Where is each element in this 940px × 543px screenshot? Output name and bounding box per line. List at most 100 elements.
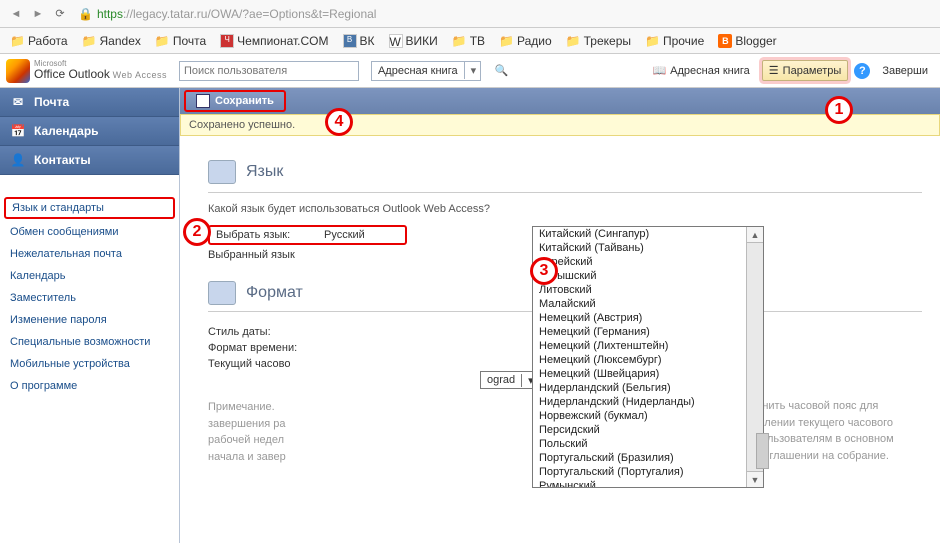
- status-bar: Сохранено успешно.: [180, 114, 940, 136]
- save-button[interactable]: Сохранить: [184, 90, 286, 112]
- params-button[interactable]: ☰Параметры: [762, 60, 849, 81]
- select-language-label: Выбрать язык:: [210, 227, 320, 243]
- sidebar-link-about[interactable]: О программе: [0, 375, 179, 397]
- format-icon: [208, 281, 236, 305]
- search-icon[interactable]: 🔍: [493, 62, 511, 80]
- callout-4: 4: [325, 108, 353, 136]
- dropdown-option[interactable]: Немецкий (Австрия): [533, 311, 746, 325]
- dropdown-option[interactable]: Латышский: [533, 269, 746, 283]
- dropdown-option[interactable]: Корейский: [533, 255, 746, 269]
- dropdown-option[interactable]: Литовский: [533, 283, 746, 297]
- sidebar-link-password[interactable]: Изменение пароля: [0, 309, 179, 331]
- section-title: Формат: [246, 284, 303, 302]
- content-area: Сохранить Сохранено успешно. Язык Какой …: [180, 88, 940, 543]
- bookmark-item[interactable]: 📁Радио: [499, 34, 552, 48]
- bookmark-item[interactable]: 📁ТВ: [452, 34, 485, 48]
- logout-link[interactable]: Заверши: [876, 62, 934, 80]
- owa-header: Microsoft Office Outlook Web Access Адре…: [0, 54, 940, 88]
- selected-language-value: Русский: [320, 227, 405, 243]
- sidebar-item-calendar[interactable]: 📅Календарь: [0, 117, 179, 146]
- dropdown-option[interactable]: Немецкий (Люксембург): [533, 353, 746, 367]
- time-format-label: Формат времени:: [208, 342, 318, 354]
- language-select[interactable]: Выбрать язык: Русский: [208, 225, 407, 245]
- bookmark-item[interactable]: 📁Трекеры: [566, 34, 631, 48]
- mail-icon: ✉: [10, 94, 26, 110]
- globe-icon: [208, 160, 236, 184]
- dropdown-option[interactable]: Китайский (Тайвань): [533, 241, 746, 255]
- nav-forward-icon[interactable]: ►: [30, 6, 46, 22]
- sidebar-link-junk[interactable]: Нежелательная почта: [0, 243, 179, 265]
- bookmark-item[interactable]: 📁Почта: [155, 34, 206, 48]
- dropdown-option[interactable]: Румынский: [533, 479, 746, 487]
- sidebar: ✉Почта 📅Календарь 👤Контакты Язык и станд…: [0, 88, 180, 543]
- logo-line2: Office Outlook: [34, 67, 110, 81]
- chevron-down-icon: ▾: [464, 62, 480, 79]
- dropdown-option[interactable]: Нидерландский (Бельгия): [533, 381, 746, 395]
- help-icon[interactable]: ?: [854, 63, 870, 79]
- language-dropdown[interactable]: Китайский (Сингапур)Китайский (Тайвань)К…: [532, 226, 764, 488]
- address-book-link[interactable]: 📖Адресная книга: [646, 61, 755, 80]
- folder-icon: 📁: [155, 34, 170, 48]
- section-title: Язык: [246, 163, 283, 181]
- sidebar-link-delegate[interactable]: Заместитель: [0, 287, 179, 309]
- scrollbar[interactable]: ▲ ▼: [746, 227, 763, 487]
- sidebar-link-calendar[interactable]: Календарь: [0, 265, 179, 287]
- sidebar-link-mobile[interactable]: Мобильные устройства: [0, 353, 179, 375]
- dropdown-option[interactable]: Малайский: [533, 297, 746, 311]
- folder-icon: 📁: [566, 34, 581, 48]
- sidebar-link-messaging[interactable]: Обмен сообщениями: [0, 221, 179, 243]
- dropdown-option[interactable]: Португальский (Бразилия): [533, 451, 746, 465]
- dropdown-option[interactable]: Польский: [533, 437, 746, 451]
- lock-icon: 🔒: [78, 7, 93, 21]
- callout-1: 1: [825, 96, 853, 124]
- bookmark-item[interactable]: 📁Яandex: [82, 34, 141, 48]
- folder-icon: 📁: [645, 34, 660, 48]
- folder-icon: 📁: [82, 34, 97, 48]
- sidebar-item-contacts[interactable]: 👤Контакты: [0, 146, 179, 175]
- dropdown-option[interactable]: Китайский (Сингапур): [533, 227, 746, 241]
- sidebar-link-accessibility[interactable]: Специальные возможности: [0, 331, 179, 353]
- language-question: Какой язык будет использоваться Outlook …: [208, 203, 922, 215]
- scroll-thumb[interactable]: [756, 433, 769, 469]
- bookmark-item[interactable]: BBlogger: [718, 34, 776, 48]
- sidebar-link-regional[interactable]: Язык и стандарты: [4, 197, 175, 219]
- favicon: Ч: [220, 34, 234, 48]
- timezone-label: Текущий часово: [208, 358, 318, 370]
- bookmark-item[interactable]: ЧЧемпионат.COM: [220, 34, 328, 48]
- folder-icon: 📁: [452, 34, 467, 48]
- owa-logo: Microsoft Office Outlook Web Access: [6, 59, 167, 83]
- reload-icon[interactable]: ⟳: [52, 6, 68, 22]
- search-user-input[interactable]: [179, 61, 359, 81]
- options-icon: ☰: [769, 64, 779, 77]
- dropdown-option[interactable]: Немецкий (Швейцария): [533, 367, 746, 381]
- date-style-label: Стиль даты:: [208, 326, 318, 338]
- bookmark-item[interactable]: WВИКИ: [389, 34, 438, 48]
- callout-2: 2: [183, 218, 211, 246]
- scroll-down-icon[interactable]: ▼: [747, 471, 763, 487]
- save-icon: [196, 94, 210, 108]
- scroll-up-icon[interactable]: ▲: [747, 227, 763, 243]
- nav-back-icon[interactable]: ◄: [8, 6, 24, 22]
- sidebar-item-mail[interactable]: ✉Почта: [0, 88, 179, 117]
- bookmarks-bar: 📁Работа 📁Яandex 📁Почта ЧЧемпионат.COM BВ…: [0, 28, 940, 54]
- dropdown-option[interactable]: Нидерландский (Нидерланды): [533, 395, 746, 409]
- blogger-icon: B: [718, 34, 732, 48]
- chosen-language-label: Выбранный язык: [208, 249, 318, 261]
- address-book-select[interactable]: Адресная книга▾: [371, 61, 481, 81]
- bookmark-item[interactable]: 📁Работа: [10, 34, 68, 48]
- dropdown-option[interactable]: Португальский (Португалия): [533, 465, 746, 479]
- favicon: B: [343, 34, 357, 48]
- calendar-icon: 📅: [10, 123, 26, 139]
- dropdown-option[interactable]: Немецкий (Лихтенштейн): [533, 339, 746, 353]
- section-language: Язык: [208, 160, 922, 193]
- dropdown-option[interactable]: Немецкий (Германия): [533, 325, 746, 339]
- url-bar[interactable]: 🔒 https://legacy.tatar.ru/OWA/?ae=Option…: [74, 7, 932, 21]
- timezone-select[interactable]: ograd▾: [480, 371, 538, 389]
- favicon: W: [389, 34, 403, 48]
- dropdown-option[interactable]: Норвежский (букмал): [533, 409, 746, 423]
- logo-line3: Web Access: [113, 70, 167, 80]
- office-logo-icon: [6, 59, 30, 83]
- dropdown-option[interactable]: Персидский: [533, 423, 746, 437]
- bookmark-item[interactable]: BВК: [343, 34, 375, 48]
- bookmark-item[interactable]: 📁Прочие: [645, 34, 704, 48]
